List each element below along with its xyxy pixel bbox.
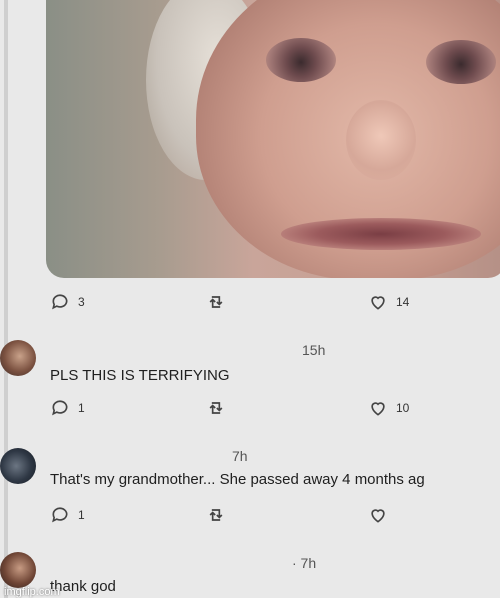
like-count: 10 [396, 401, 410, 415]
comment-time: · 7h [292, 555, 317, 571]
retweet-icon [209, 402, 223, 414]
watermark: imgflip.com [4, 586, 60, 598]
like-button[interactable]: 10 [368, 398, 409, 418]
photo-nose [346, 100, 416, 180]
heart-icon [371, 296, 385, 310]
comment-time: 7h [232, 448, 248, 464]
comment-actions: 1 [46, 505, 466, 527]
retweet-button[interactable] [206, 398, 226, 418]
avatar[interactable] [0, 552, 36, 588]
post-photo[interactable] [46, 0, 500, 278]
retweet-button[interactable] [206, 292, 226, 312]
like-count: 14 [396, 295, 410, 309]
retweet-icon [209, 509, 223, 521]
photo-mouth [281, 218, 481, 250]
reply-icon [52, 294, 68, 310]
photo-eye-right [426, 40, 496, 84]
post-actions: 3 14 [46, 292, 466, 314]
avatar[interactable] [0, 448, 36, 484]
retweet-button[interactable] [206, 505, 226, 525]
reply-count: 1 [78, 508, 85, 522]
reply-count: 3 [78, 295, 85, 309]
heart-icon [371, 509, 385, 523]
reply-icon [52, 507, 68, 523]
photo-eye-left [266, 38, 336, 82]
comment-text: PLS THIS IS TERRIFYING [50, 367, 230, 384]
avatar[interactable] [0, 340, 36, 376]
reply-icon [52, 400, 68, 416]
comment-actions: 1 10 [46, 398, 466, 420]
heart-icon [371, 402, 385, 416]
reply-button[interactable]: 1 [50, 398, 85, 418]
like-button[interactable] [368, 505, 388, 525]
reply-count: 1 [78, 401, 85, 415]
retweet-icon [209, 296, 223, 308]
like-button[interactable]: 14 [368, 292, 409, 312]
comment-time: 15h [302, 342, 326, 358]
reply-button[interactable]: 3 [50, 292, 85, 312]
reply-button[interactable]: 1 [50, 505, 85, 525]
thread-line [4, 0, 8, 598]
comment-text: That's my grandmother... She passed away… [50, 471, 425, 488]
